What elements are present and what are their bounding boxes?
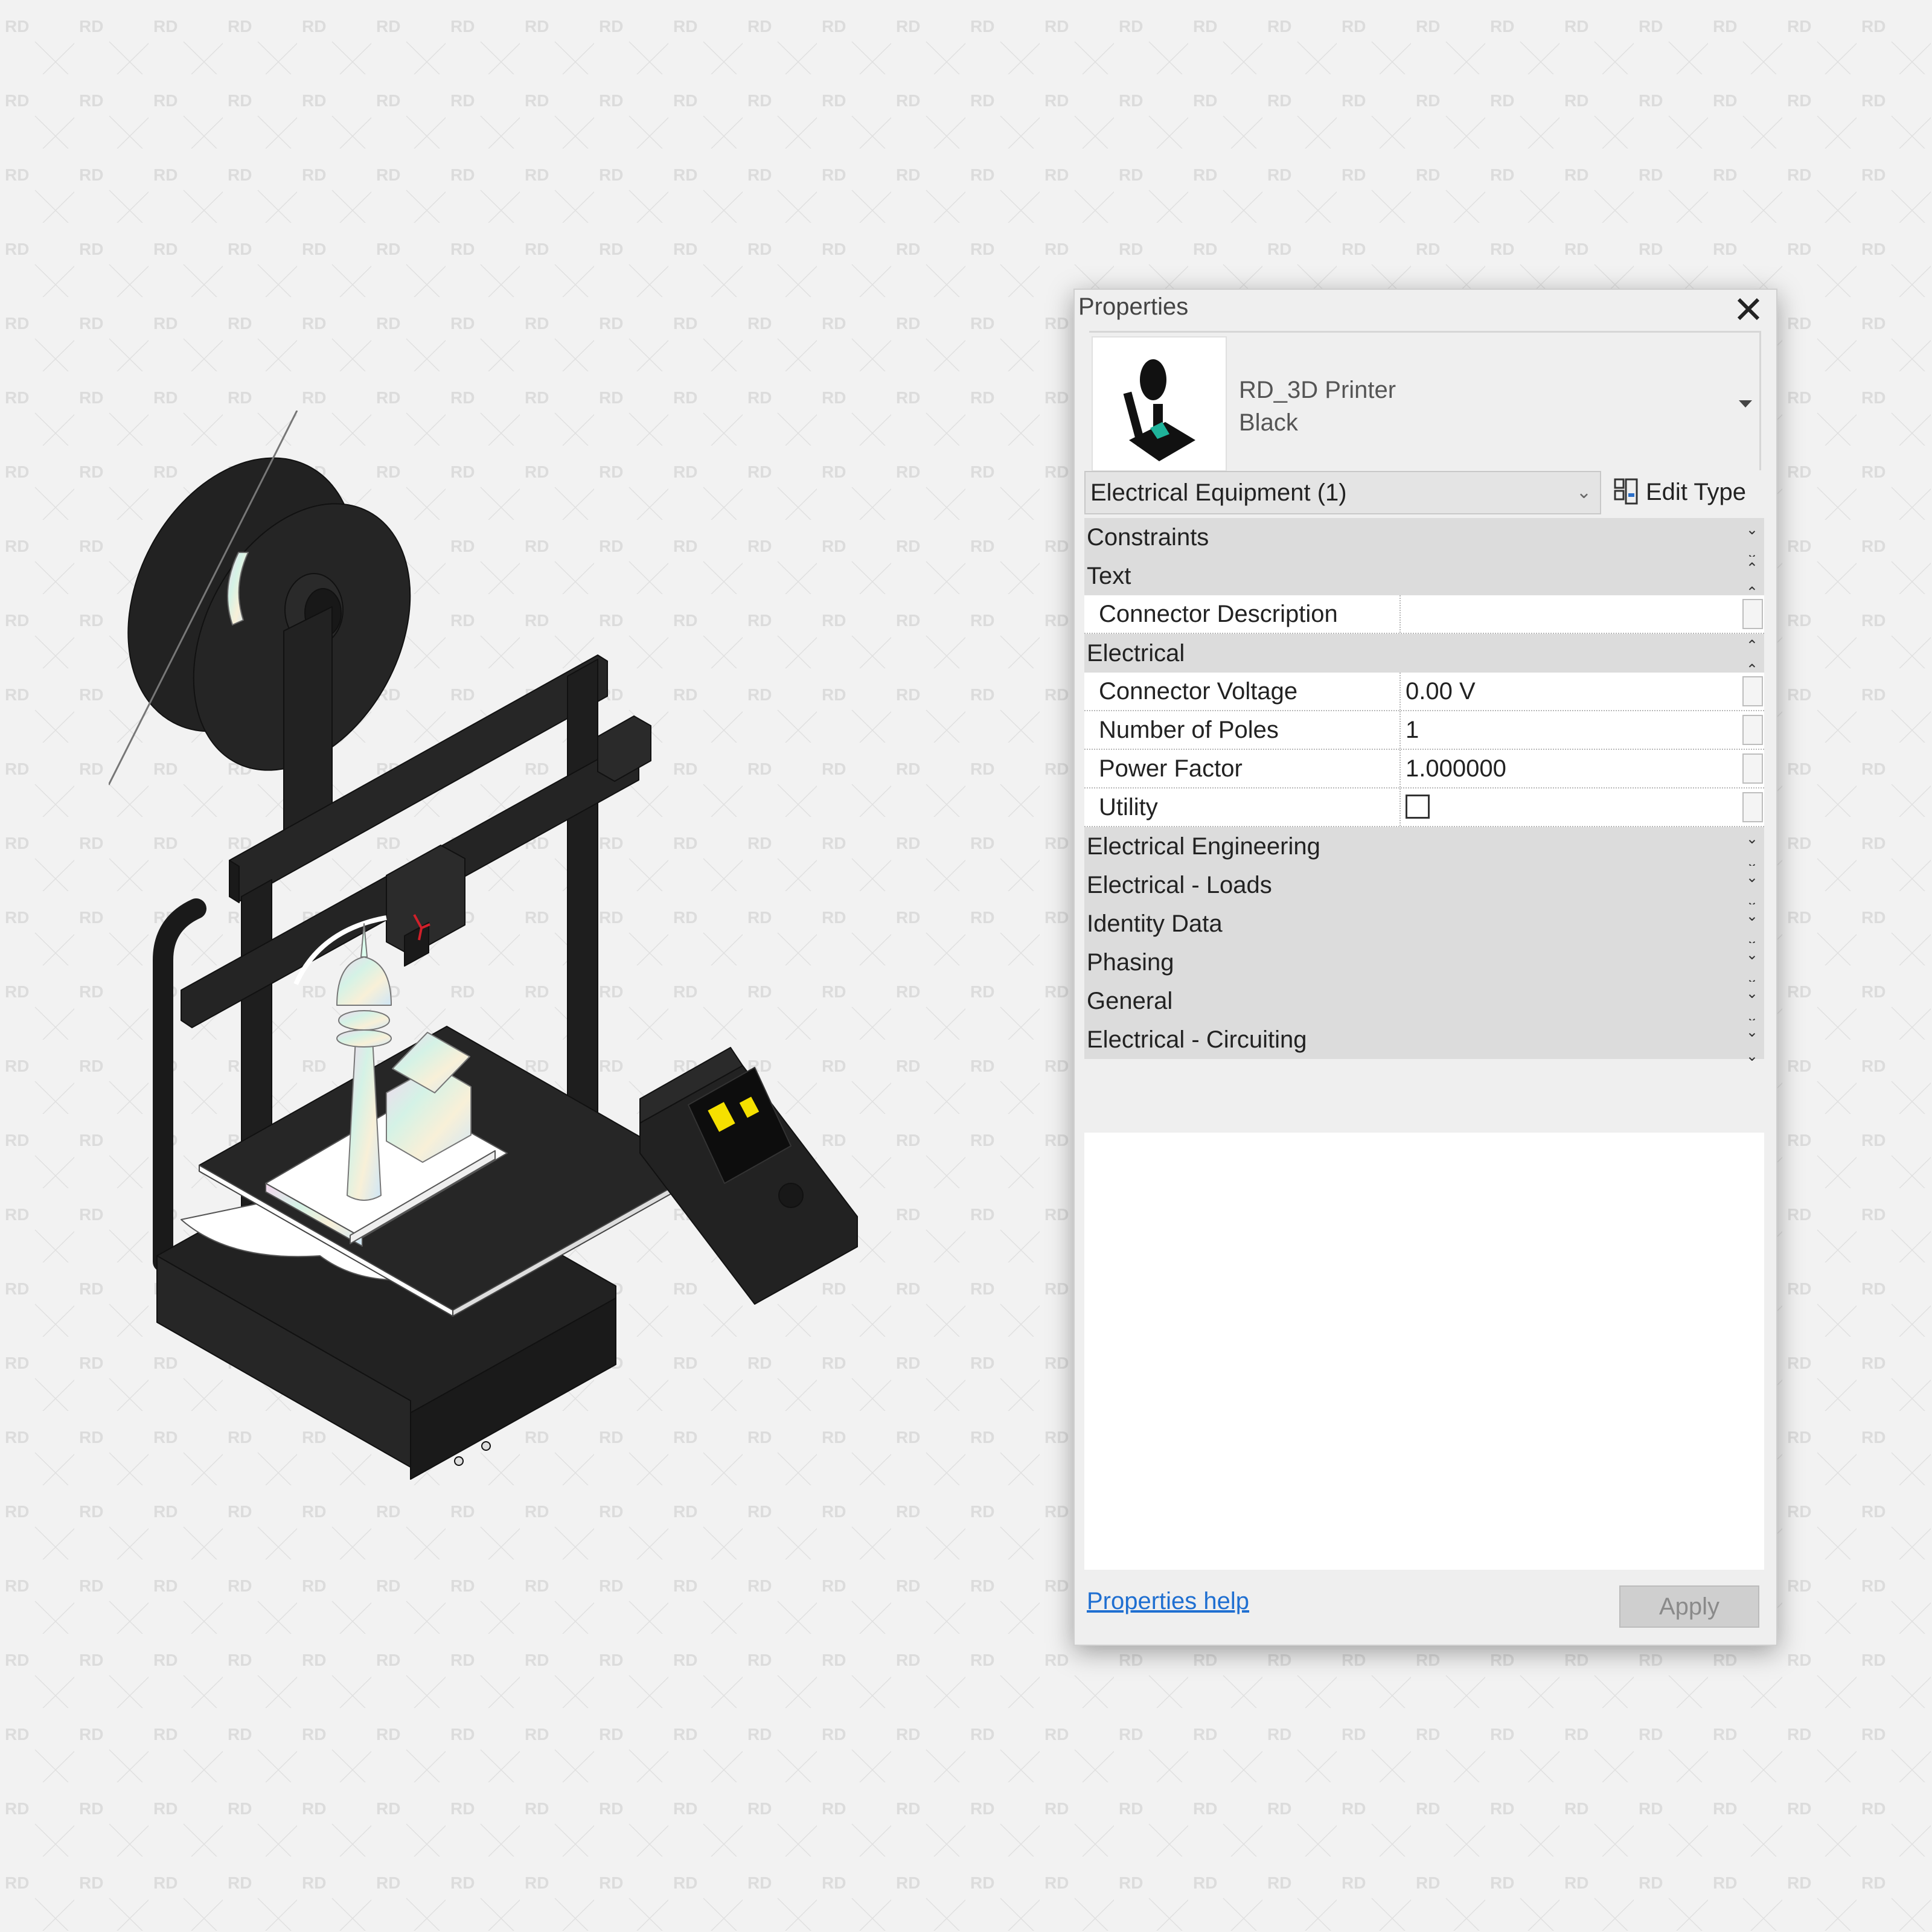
- property-row: Number of Poles 1: [1084, 711, 1764, 750]
- expand-icon[interactable]: ⌄ ⌄: [1746, 1020, 1758, 1069]
- apply-button[interactable]: Apply: [1619, 1585, 1759, 1628]
- power-factor-field[interactable]: 1.000000: [1401, 750, 1741, 787]
- properties-help-link[interactable]: Properties help: [1087, 1588, 1249, 1615]
- property-grid-empty-area: [1084, 1133, 1764, 1570]
- group-electrical[interactable]: Electrical ⌃ ⌃: [1084, 634, 1764, 678]
- property-name: Power Factor: [1084, 750, 1401, 787]
- close-button[interactable]: [1732, 292, 1765, 326]
- filament-spool: [127, 457, 411, 771]
- property-name: Number of Poles: [1084, 711, 1401, 749]
- associate-parameter-button[interactable]: [1742, 599, 1763, 629]
- hotend-assembly: [386, 845, 465, 967]
- group-label: Identity Data: [1087, 910, 1223, 937]
- type-selector[interactable]: RD_3D Printer Black: [1089, 331, 1761, 472]
- group-identity-data[interactable]: Identity Data ⌄ ⌄: [1084, 904, 1764, 948]
- instance-filter-value: Electrical Equipment (1): [1090, 479, 1347, 506]
- property-name: Connector Description: [1084, 595, 1401, 633]
- associate-parameter-button[interactable]: [1742, 715, 1763, 745]
- printer-3d-model-view[interactable]: [109, 411, 906, 1534]
- property-name: Connector Voltage: [1084, 673, 1401, 710]
- property-row: Power Factor 1.000000: [1084, 750, 1764, 788]
- number-of-poles-field[interactable]: 1: [1401, 711, 1741, 749]
- type-dropdown-arrow-icon[interactable]: [1739, 400, 1752, 408]
- property-row: Connector Description: [1084, 595, 1764, 634]
- property-row: Connector Voltage 0.00 V: [1084, 673, 1764, 711]
- group-text[interactable]: Text ⌃ ⌃: [1084, 557, 1764, 601]
- properties-palette: Properties RD_3D Printer Black Electrica: [1073, 289, 1777, 1646]
- associate-parameter-button[interactable]: [1742, 753, 1763, 784]
- associate-parameter-button[interactable]: [1742, 792, 1763, 822]
- utility-value: [1401, 788, 1741, 826]
- group-phasing[interactable]: Phasing ⌄ ⌄: [1084, 943, 1764, 987]
- connector-voltage-field[interactable]: 0.00 V: [1401, 673, 1741, 710]
- property-row: Utility: [1084, 788, 1764, 827]
- group-constraints[interactable]: Constraints ⌄ ⌄: [1084, 518, 1764, 562]
- group-label: Electrical - Circuiting: [1087, 1026, 1307, 1053]
- group-label: Text: [1087, 563, 1131, 589]
- instance-filter-dropdown[interactable]: Electrical Equipment (1) ⌄: [1084, 471, 1601, 514]
- chevron-down-icon: ⌄: [1576, 482, 1591, 502]
- group-label: Electrical: [1087, 640, 1185, 667]
- control-display-unit: [639, 1047, 858, 1305]
- group-electrical-circuiting[interactable]: Electrical - Circuiting ⌄ ⌄: [1084, 1020, 1764, 1064]
- property-grid: Constraints ⌄ ⌄ Text ⌃ ⌃ Connector Descrip…: [1084, 518, 1764, 1064]
- group-electrical-engineering[interactable]: Electrical Engineering ⌄ ⌄: [1084, 827, 1764, 871]
- associate-parameter-button[interactable]: [1742, 676, 1763, 706]
- type-name: RD_3D Printer Black: [1239, 374, 1396, 439]
- type-variant: Black: [1239, 409, 1298, 436]
- type-thumbnail: [1092, 336, 1227, 472]
- group-label: Constraints: [1087, 524, 1209, 551]
- edit-type-button[interactable]: Edit Type: [1613, 471, 1746, 513]
- family-name: RD_3D Printer: [1239, 377, 1396, 403]
- panel-title: Properties: [1078, 293, 1189, 320]
- right-upright: [567, 659, 598, 1172]
- property-name: Utility: [1084, 788, 1401, 826]
- close-icon: [1737, 298, 1760, 321]
- utility-checkbox[interactable]: [1406, 795, 1430, 819]
- group-label: Electrical - Loads: [1087, 872, 1272, 898]
- edit-type-icon: [1614, 478, 1638, 505]
- group-label: Phasing: [1087, 949, 1174, 976]
- connector-description-field[interactable]: [1401, 595, 1741, 633]
- group-general[interactable]: General ⌄ ⌄: [1084, 982, 1764, 1026]
- edit-type-label: Edit Type: [1646, 478, 1747, 505]
- group-label: Electrical Engineering: [1087, 833, 1320, 860]
- 3d-printer-thumbnail-icon: [1123, 359, 1195, 461]
- group-electrical-loads[interactable]: Electrical - Loads ⌄ ⌄: [1084, 866, 1764, 910]
- group-label: General: [1087, 988, 1173, 1014]
